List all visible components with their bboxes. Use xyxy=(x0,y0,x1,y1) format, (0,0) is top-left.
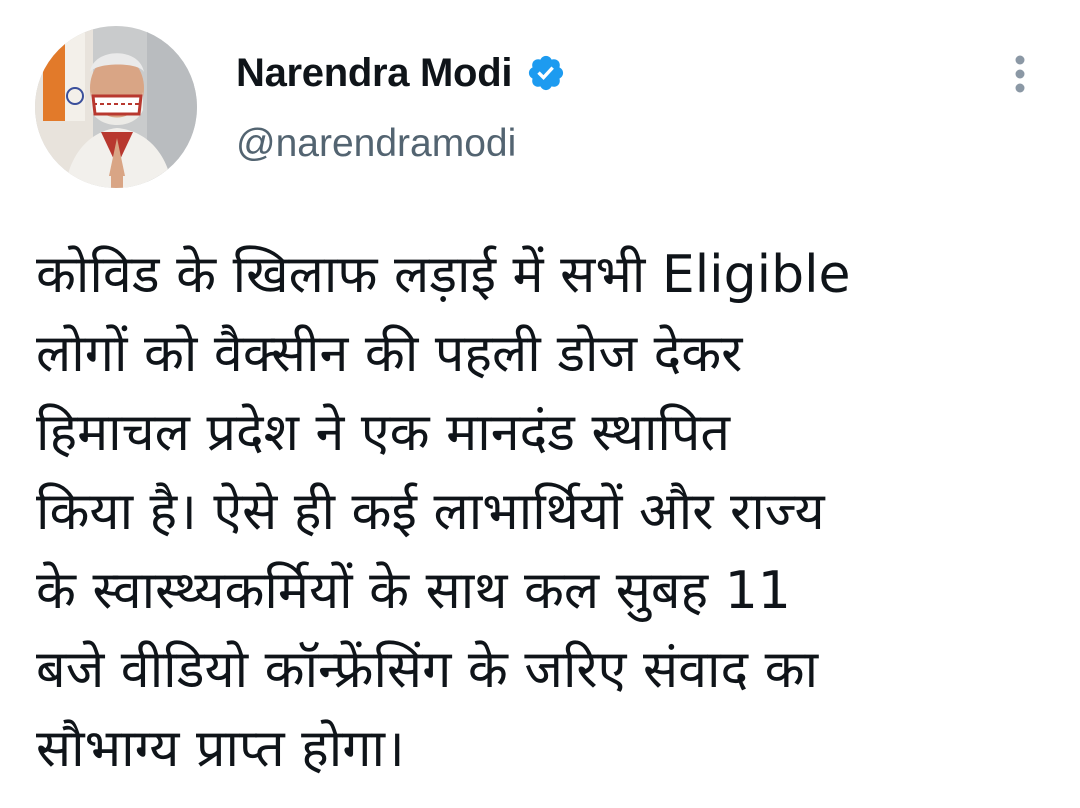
more-options-button[interactable] xyxy=(1000,52,1040,96)
tweet-text-line: सौभाग्य प्राप्त होगा। xyxy=(36,719,405,779)
author-display-name[interactable]: Narendra Modi xyxy=(236,51,512,96)
tweet-text-line: लोगों को वैक्सीन की पहली डोज देकर xyxy=(36,324,743,384)
verified-badge-icon xyxy=(526,53,566,93)
author-handle[interactable]: @narendramodi xyxy=(236,122,516,166)
more-vertical-icon xyxy=(1015,55,1025,93)
tweet-text: कोविड के खिलाफ लड़ाई में सभी Eligible लो… xyxy=(36,236,1066,789)
avatar[interactable] xyxy=(35,26,197,188)
profile-photo xyxy=(35,26,197,188)
tweet-card: Narendra Modi @narendramodi कोविड के खिल… xyxy=(0,0,1080,808)
tweet-text-line: हिमाचल प्रदेश ने एक मानदंड स्थापित xyxy=(36,403,731,463)
tweet-text-line: कोविड के खिलाफ लड़ाई में सभी Eligible xyxy=(36,245,851,305)
tweet-text-line: किया है। ऐसे ही कई लाभार्थियों और राज्य xyxy=(36,482,825,542)
tweet-text-line: बजे वीडियो कॉन्फ्रेंसिंग के जरिए संवाद क… xyxy=(36,640,819,700)
tweet-text-line: के स्वास्थ्यकर्मियों के साथ कल सुबह 11 xyxy=(36,561,791,621)
author-name-row: Narendra Modi xyxy=(236,48,566,98)
